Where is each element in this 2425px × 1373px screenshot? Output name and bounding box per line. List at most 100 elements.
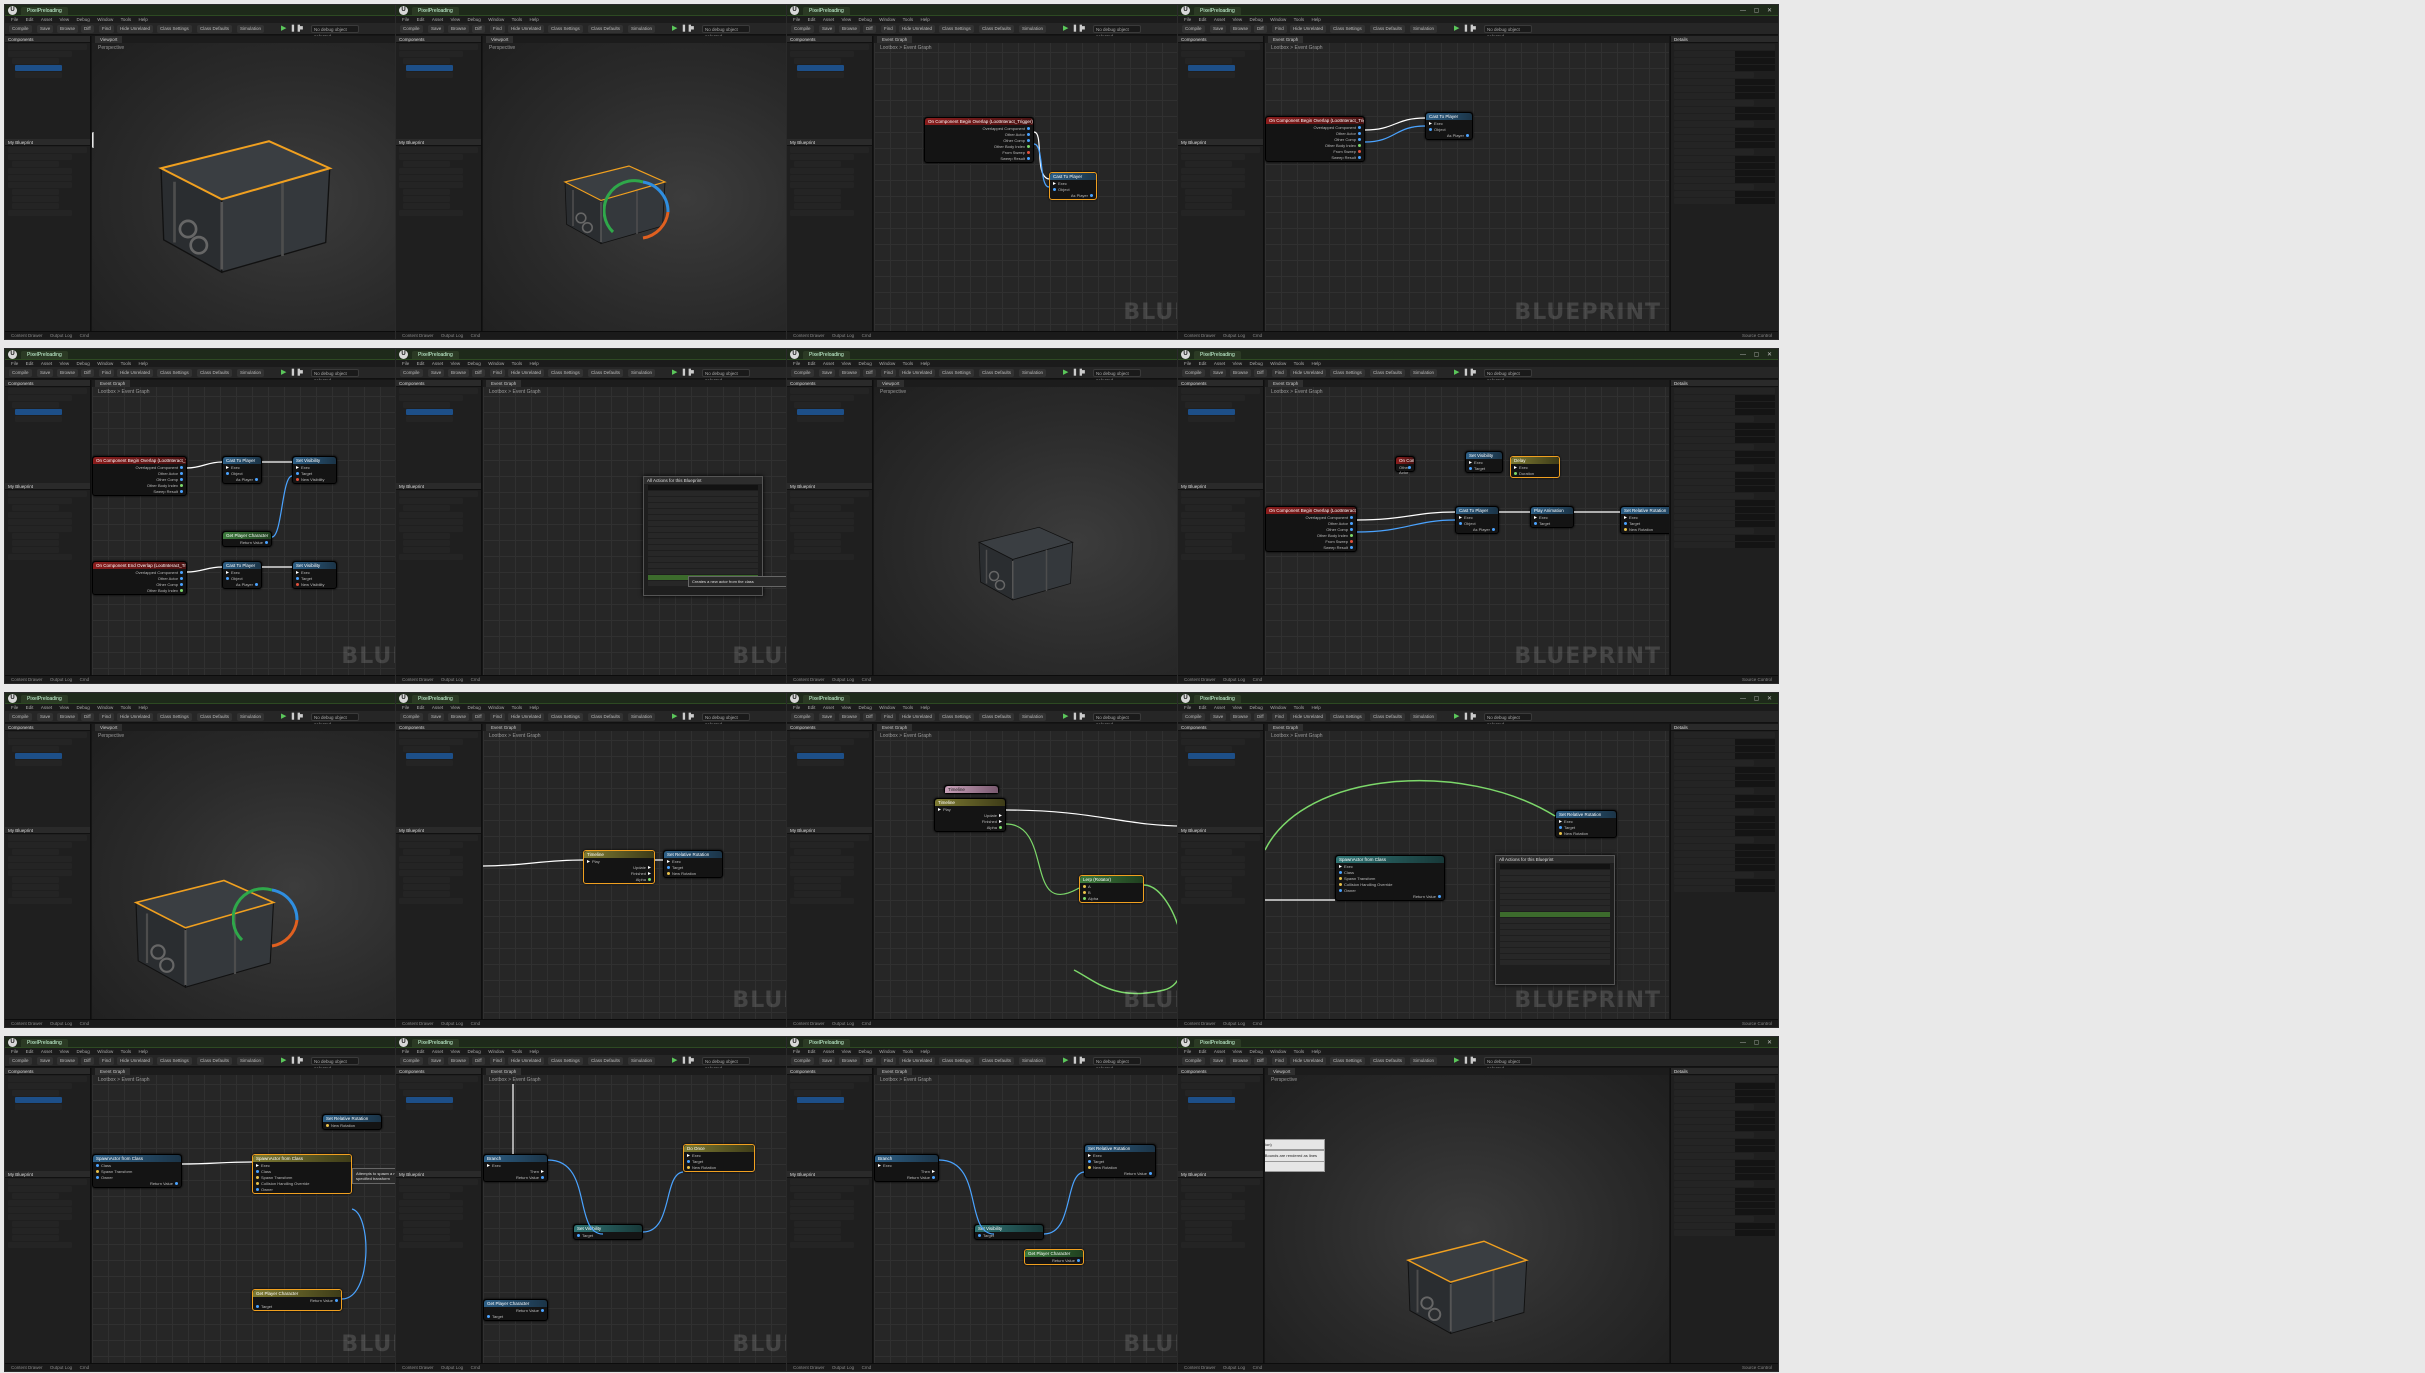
content-drawer-button[interactable]: Content Drawer (402, 1364, 434, 1371)
node-pin[interactable]: Then (878, 1169, 935, 1174)
graphs-section[interactable] (8, 498, 72, 504)
menu-tools[interactable]: Tools (903, 16, 914, 23)
graphs-section[interactable] (399, 498, 463, 504)
details-category[interactable] (1674, 100, 1755, 106)
menu-asset[interactable]: Asset (432, 16, 443, 23)
simulation-button[interactable]: Simulation (237, 369, 265, 377)
class-defaults-button[interactable]: Class Defaults (588, 369, 624, 377)
output-log-button[interactable]: Output Log (1223, 1020, 1245, 1027)
macros-section[interactable] (399, 1207, 463, 1213)
details-row[interactable] (1674, 198, 1775, 204)
debug-object-dropdown[interactable]: No debug object selected (702, 1057, 750, 1071)
center-tab[interactable]: Viewport (95, 36, 123, 43)
event-graph-item[interactable] (12, 161, 59, 167)
action-item[interactable] (648, 533, 758, 538)
variables-section[interactable] (8, 182, 72, 188)
source-control-button[interactable]: Source Control (1742, 332, 1772, 339)
actions-menu[interactable]: All Actions for this Blueprint (1495, 855, 1615, 985)
blueprint-node[interactable]: Set Relative Rotation Exec Target New Rotat… (1555, 810, 1617, 838)
project-tab[interactable]: PixelPreloading (1194, 695, 1241, 703)
macros-section[interactable] (1181, 1207, 1245, 1213)
variable-item[interactable] (403, 189, 450, 195)
node-pin[interactable]: Play (938, 807, 1002, 812)
node-pin[interactable]: Return Value (256, 1298, 338, 1303)
components-search[interactable] (790, 732, 869, 738)
action-item[interactable] (1500, 954, 1610, 959)
details-row[interactable] (1674, 395, 1775, 401)
details-category[interactable] (1674, 760, 1755, 766)
play-icon[interactable]: ▶ (1063, 369, 1070, 377)
blueprint-node[interactable]: On Component End Overlap (LootInteract_T… (92, 561, 187, 595)
action-item[interactable] (648, 491, 758, 496)
class-defaults-button[interactable]: Class Defaults (197, 713, 233, 721)
play-icon[interactable]: ▶ (281, 713, 288, 721)
details-row[interactable] (1674, 479, 1775, 485)
action-item[interactable] (1500, 888, 1610, 893)
stop-icon[interactable]: ■ (1472, 25, 1479, 33)
components-search[interactable] (790, 1076, 869, 1082)
wire[interactable] (1033, 143, 1050, 188)
save-button[interactable]: Save (37, 713, 54, 721)
pause-icon[interactable]: ❚❚ (290, 1057, 302, 1065)
variable-item[interactable] (794, 1235, 841, 1241)
compile-button[interactable]: Compile (791, 713, 814, 721)
node-pin[interactable]: Object (1459, 521, 1495, 526)
node-pin[interactable]: Target (296, 471, 333, 476)
content-drawer-button[interactable]: Content Drawer (11, 1020, 43, 1027)
graphs-section[interactable] (790, 1186, 854, 1192)
node-pin[interactable]: Exec (1459, 515, 1495, 520)
menu-asset[interactable]: Asset (1214, 1048, 1225, 1055)
menu-help[interactable]: Help (530, 1048, 539, 1055)
menu-window[interactable]: Window (97, 1048, 113, 1055)
play-icon[interactable]: ▶ (1063, 1057, 1070, 1065)
actions-search-input[interactable] (648, 485, 758, 490)
component-item[interactable] (15, 1104, 62, 1110)
browse-button[interactable]: Browse (448, 1057, 470, 1065)
browse-button[interactable]: Browse (57, 713, 79, 721)
menu-edit[interactable]: Edit (417, 704, 425, 711)
node-pin[interactable]: Spawn Transform (1339, 876, 1441, 881)
blueprint-node[interactable]: Timeline Play Update Finished Alpha (934, 798, 1006, 832)
browse-button[interactable]: Browse (839, 369, 861, 377)
diff-button[interactable]: Diff (472, 25, 485, 33)
play-icon[interactable]: ▶ (281, 25, 288, 33)
output-log-button[interactable]: Output Log (832, 1020, 854, 1027)
menu-file[interactable]: File (11, 16, 18, 23)
details-row[interactable] (1674, 1111, 1775, 1117)
variable-item[interactable] (1185, 884, 1232, 890)
debug-object-dropdown[interactable]: No debug object selected (311, 369, 359, 383)
component-item[interactable] (1188, 72, 1235, 78)
variable-item[interactable] (794, 877, 841, 883)
menu-view[interactable]: View (1232, 360, 1242, 367)
menu-asset[interactable]: Asset (823, 360, 834, 367)
components-search[interactable] (8, 732, 87, 738)
menu-file[interactable]: File (11, 704, 18, 711)
node-pin[interactable]: Return Value (1028, 1258, 1080, 1263)
component-item[interactable] (794, 402, 841, 408)
menu-view[interactable]: View (841, 360, 851, 367)
action-item[interactable] (648, 557, 758, 562)
macros-section[interactable] (790, 863, 854, 869)
node-pin[interactable]: Target (1559, 825, 1613, 830)
menu-tools[interactable]: Tools (903, 1048, 914, 1055)
wire[interactable] (1005, 809, 1185, 827)
play-icon[interactable]: ▶ (1454, 369, 1461, 377)
diff-button[interactable]: Diff (81, 713, 94, 721)
menu-tools[interactable]: Tools (512, 360, 523, 367)
node-pin[interactable]: Sweep Result (1269, 155, 1361, 160)
details-category[interactable] (1674, 465, 1755, 471)
menu-file[interactable]: File (793, 704, 800, 711)
event-dispatchers-section[interactable] (8, 898, 72, 904)
action-item[interactable] (648, 503, 758, 508)
my-blueprint-search[interactable] (1181, 1179, 1260, 1185)
debug-object-dropdown[interactable]: No debug object selected (702, 369, 750, 383)
stop-icon[interactable]: ■ (690, 369, 697, 377)
menu-debug[interactable]: Debug (1250, 704, 1263, 711)
blueprint-node[interactable]: Set Visibility Target (573, 1224, 643, 1240)
lootbox-mesh[interactable] (964, 516, 1084, 606)
node-pin[interactable]: Overlapped Component (96, 465, 183, 470)
details-row[interactable] (1674, 879, 1775, 885)
blueprint-node[interactable]: Do Once Exec Target New Rotation (683, 1144, 755, 1172)
my-blueprint-search[interactable] (790, 835, 869, 841)
event-dispatchers-section[interactable] (790, 554, 854, 560)
